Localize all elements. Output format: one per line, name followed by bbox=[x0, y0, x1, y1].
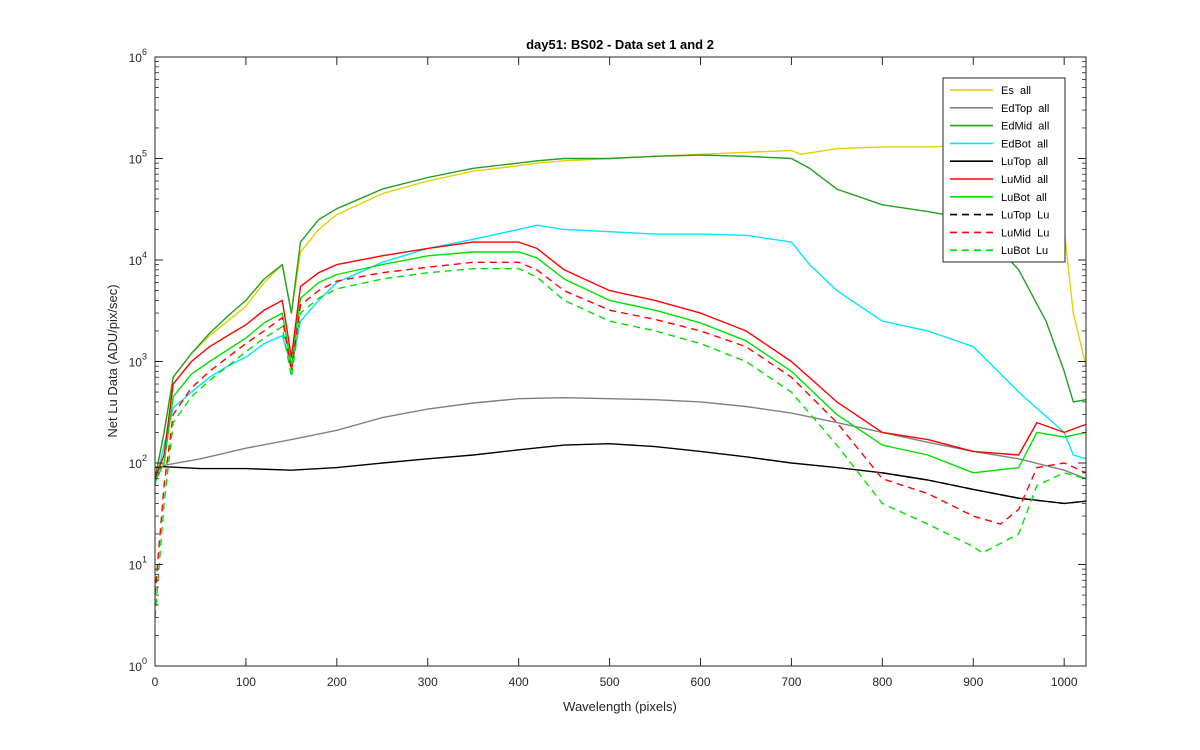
y-tick-label: 103 bbox=[129, 352, 147, 370]
x-axis-label: Wavelength (pixels) bbox=[563, 699, 677, 714]
y-axis-label: Net Lu Data (ADU/pix/sec) bbox=[105, 284, 120, 437]
y-tick-label: 104 bbox=[129, 250, 147, 268]
legend-label-lubot-all: LuBot all bbox=[1001, 192, 1047, 204]
x-tick-label: 100 bbox=[236, 675, 256, 689]
legend-label-es-all: Es all bbox=[1001, 85, 1031, 97]
x-tick-label: 700 bbox=[781, 675, 801, 689]
x-tick-label: 0 bbox=[152, 675, 159, 689]
x-tick-label: 200 bbox=[327, 675, 347, 689]
x-tick-label: 400 bbox=[509, 675, 529, 689]
legend-label-lumid-lu: LuMid Lu bbox=[1001, 227, 1049, 239]
x-tick-label: 600 bbox=[690, 675, 710, 689]
legend-label-lubot-lu: LuBot Lu bbox=[1001, 245, 1048, 257]
y-tick-label: 102 bbox=[129, 453, 147, 471]
y-tick-label: 106 bbox=[129, 47, 147, 65]
x-tick-label: 300 bbox=[418, 675, 438, 689]
legend-label-lumid-all: LuMid all bbox=[1001, 174, 1048, 186]
x-tick-label: 900 bbox=[963, 675, 983, 689]
chart-svg: 0 100 200 300 400 500 600 700 800 900 1000 100 101 1… bbox=[105, 37, 1087, 714]
y-tick-label: 101 bbox=[129, 555, 147, 573]
chart-title: day51: BS02 - Data set 1 and 2 bbox=[526, 37, 714, 52]
legend-label-lutop-all: LuTop all bbox=[1001, 156, 1048, 168]
x-tick-label: 800 bbox=[872, 675, 892, 689]
x-tick-label: 500 bbox=[600, 675, 620, 689]
legend-label-edbot-all: EdBot all bbox=[1001, 138, 1048, 150]
x-tick-label: 1000 bbox=[1051, 675, 1078, 689]
legend-label-edtop-all: EdTop all bbox=[1001, 103, 1049, 115]
y-tick-label: 100 bbox=[129, 656, 147, 674]
y-tick-label: 105 bbox=[129, 149, 147, 167]
legend-label-lutop-lu: LuTop Lu bbox=[1001, 210, 1049, 222]
chart-figure: 0 100 200 300 400 500 600 700 800 900 1000 100 101 1… bbox=[0, 0, 1200, 750]
legend-label-edmid-all: EdMid all bbox=[1001, 121, 1049, 133]
legend: Es all EdTop all EdMid all EdBot all LuTop a… bbox=[942, 77, 1066, 263]
